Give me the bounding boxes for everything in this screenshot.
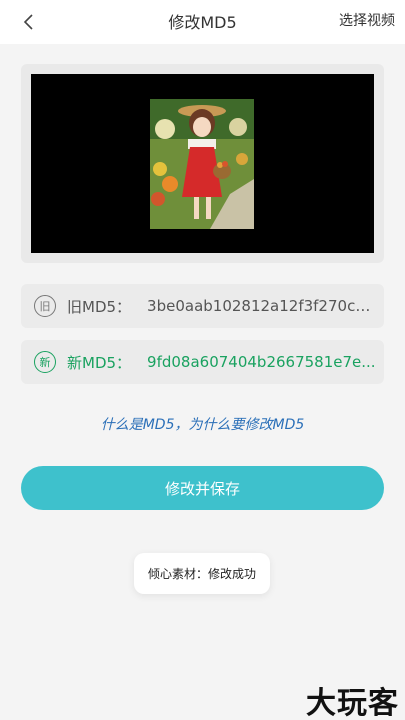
new-badge-icon: 新	[34, 351, 56, 373]
old-md5-label: 旧MD5：	[67, 297, 132, 316]
select-video-button[interactable]: 选择视频	[339, 10, 395, 30]
new-md5-value: 9fd08a607404b2667581e7e...	[147, 353, 376, 371]
old-md5-value: 3be0aab102812a12f3f270c3...	[147, 297, 378, 315]
new-md5-label: 新MD5：	[67, 353, 132, 372]
old-badge-icon: 旧	[34, 295, 56, 317]
video-player[interactable]	[31, 74, 374, 253]
md5-help-link[interactable]: 什么是MD5，为什么要修改MD5	[0, 414, 405, 434]
top-bar: 修改MD5 选择视频	[0, 0, 405, 44]
modify-and-save-button[interactable]: 修改并保存	[21, 466, 384, 510]
watermark-logo: 大玩客	[306, 686, 399, 720]
new-md5-row: 新 新MD5： 9fd08a607404b2667581e7e...	[21, 340, 384, 384]
old-md5-row: 旧 旧MD5： 3be0aab102812a12f3f270c3...	[21, 284, 384, 328]
video-preview-card	[21, 64, 384, 263]
success-toast: 倾心素材：修改成功	[134, 553, 270, 594]
video-thumbnail	[150, 99, 254, 229]
